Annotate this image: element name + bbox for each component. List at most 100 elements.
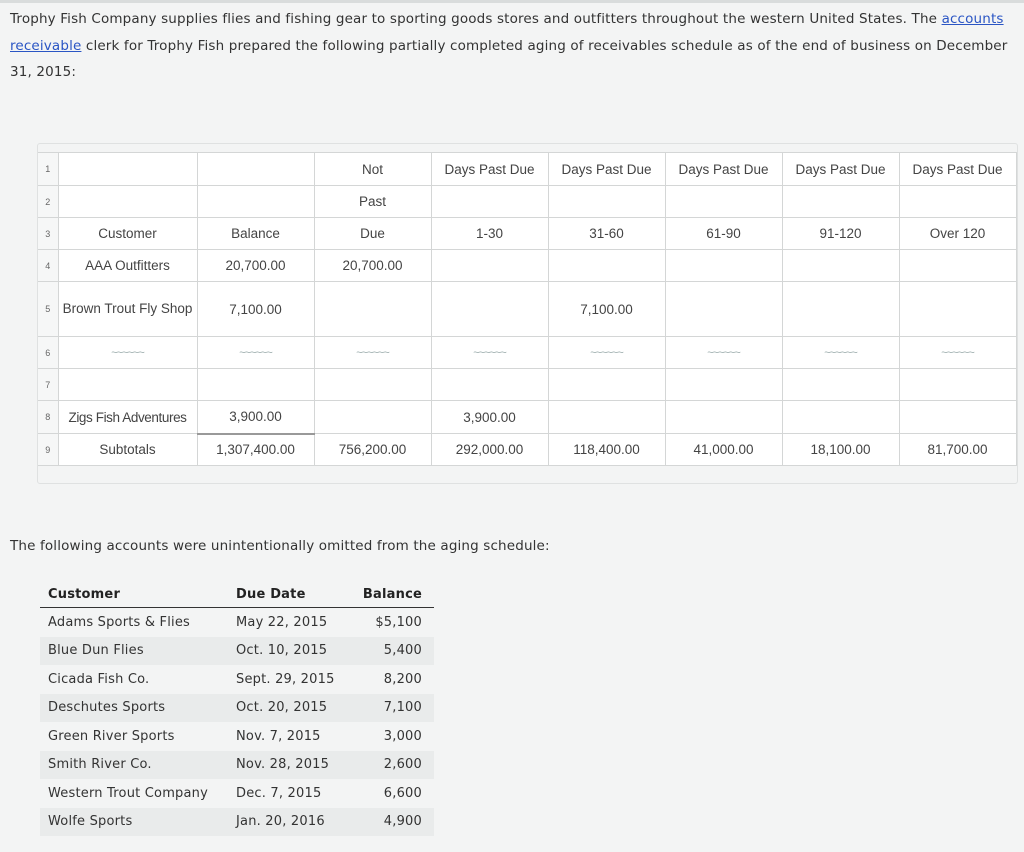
sheet-row-1: 1 Not Days Past Due Days Past Due Days P… [38,152,1017,186]
ellipsis-cell[interactable]: ~~~~~~ [430,336,549,369]
cell[interactable] [898,185,1017,218]
header-customer[interactable]: Customer [57,217,198,250]
days-1-30-cell[interactable] [430,249,549,282]
balance: 6,600 [383,785,422,801]
intro-paragraph: Trophy Fish Company supplies flies and f… [10,6,1010,86]
row-number: 1 [38,152,59,186]
cell[interactable] [57,152,198,186]
header-balance[interactable]: Balance [196,217,315,250]
balance-cell[interactable]: 7,100.00 [196,281,315,337]
customer-name: Smith River Co. [40,750,228,779]
not-past-due-cell[interactable] [313,281,432,337]
days-61-90-cell[interactable] [664,249,783,282]
cell[interactable] [57,368,198,401]
subtotals-label[interactable]: Subtotals [57,433,198,466]
ellipsis-cell[interactable]: ~~~~~~ [313,336,432,369]
subtotal-31-60[interactable]: 118,400.00 [547,433,666,466]
header-31-60[interactable]: 31-60 [547,217,666,250]
row-number: 8 [38,400,59,434]
cell[interactable] [430,185,549,218]
customer-cell[interactable]: Brown Trout Fly Shop [57,281,198,337]
cell[interactable] [664,368,783,401]
balance: 7,100 [354,693,434,722]
days-91-120-cell[interactable] [781,400,900,434]
over-120-cell[interactable] [898,249,1017,282]
balance-cell[interactable]: 3,900.00 [196,400,315,434]
header-days-past-due[interactable]: Days Past Due [781,152,900,186]
days-61-90-cell[interactable] [664,281,783,337]
cell[interactable] [196,152,315,186]
cell[interactable] [898,368,1017,401]
over-120-cell[interactable] [898,400,1017,434]
ellipsis-cell[interactable]: ~~~~~~ [664,336,783,369]
header-1-30[interactable]: 1-30 [430,217,549,250]
days-1-30-cell[interactable] [430,281,549,337]
aging-schedule-table: 1 Not Days Past Due Days Past Due Days P… [38,152,1017,466]
header-days-past-due[interactable]: Days Past Due [430,152,549,186]
customer-name: Deschutes Sports [40,693,228,722]
days-31-60-cell[interactable]: 7,100.00 [547,281,666,337]
sheet-row-6: 6 ~~~~~~ ~~~~~~ ~~~~~~ ~~~~~~ ~~~~~~ ~~~… [38,336,1017,369]
header-not[interactable]: Not [313,152,432,186]
balance-cell[interactable]: 20,700.00 [196,249,315,282]
header-balance: Balance [354,580,434,608]
header-due-date: Due Date [228,580,354,608]
subtotal-91-120[interactable]: 18,100.00 [781,433,900,466]
days-91-120-cell[interactable] [781,281,900,337]
customer-cell[interactable]: Zigs Fish Adventures [57,400,198,434]
header-61-90[interactable]: 61-90 [664,217,783,250]
header-days-past-due[interactable]: Days Past Due [664,152,783,186]
due-date: Dec. 7, 2015 [236,785,322,801]
ellipsis-cell[interactable]: ~~~~~~ [196,336,315,369]
customer-name: Western Trout Company [48,785,209,801]
not-past-due-cell[interactable] [313,400,432,434]
cell[interactable] [664,185,783,218]
days-31-60-cell[interactable] [547,400,666,434]
header-91-120[interactable]: 91-120 [781,217,900,250]
customer-name: Adams Sports & Flies [48,614,190,630]
row-number: 6 [38,336,59,369]
cell[interactable] [781,185,900,218]
subtotal-balance[interactable]: 1,307,400.00 [196,432,315,466]
due-date: Nov. 28, 2015 [228,750,354,779]
customer-name: Blue Dun Flies [40,636,228,665]
omitted-accounts-note: The following accounts were unintentiona… [10,538,550,554]
cell[interactable] [781,368,900,401]
cell[interactable] [196,368,315,401]
days-1-30-cell[interactable]: 3,900.00 [430,400,549,434]
days-31-60-cell[interactable] [547,249,666,282]
row-number: 2 [38,185,59,218]
table-row: Blue Dun Flies Oct. 10, 2015 5,400 [40,636,434,665]
cell[interactable] [430,368,549,401]
ellipsis-cell[interactable]: ~~~~~~ [57,336,198,369]
header-customer: Customer [40,580,228,608]
cell[interactable] [547,368,666,401]
header-past[interactable]: Past [313,185,432,218]
row-number: 5 [38,281,59,337]
header-due[interactable]: Due [313,217,432,250]
over-120-cell[interactable] [898,281,1017,337]
balance: 8,200 [383,671,422,687]
cell[interactable] [313,368,432,401]
due-date: Oct. 10, 2015 [228,636,354,665]
days-61-90-cell[interactable] [664,400,783,434]
not-past-due-cell[interactable]: 20,700.00 [313,249,432,282]
subtotal-not-past-due[interactable]: 756,200.00 [313,433,432,466]
customer-cell[interactable]: AAA Outfitters [57,249,198,282]
ellipsis-cell[interactable]: ~~~~~~ [547,336,666,369]
cell[interactable] [547,185,666,218]
header-over-120[interactable]: Over 120 [898,217,1017,250]
ellipsis-cell[interactable]: ~~~~~~ [781,336,900,369]
header-days-past-due[interactable]: Days Past Due [547,152,666,186]
subtotal-over-120[interactable]: 81,700.00 [898,433,1017,466]
due-date: Jan. 20, 2016 [228,807,354,836]
balance: $5,100 [375,614,422,630]
sheet-row-5: 5 Brown Trout Fly Shop 7,100.00 7,100.00 [38,281,1017,337]
subtotal-1-30[interactable]: 292,000.00 [430,433,549,466]
header-days-past-due[interactable]: Days Past Due [898,152,1017,186]
cell[interactable] [57,185,198,218]
ellipsis-cell[interactable]: ~~~~~~ [898,336,1017,369]
subtotal-61-90[interactable]: 41,000.00 [664,433,783,466]
days-91-120-cell[interactable] [781,249,900,282]
cell[interactable] [196,185,315,218]
